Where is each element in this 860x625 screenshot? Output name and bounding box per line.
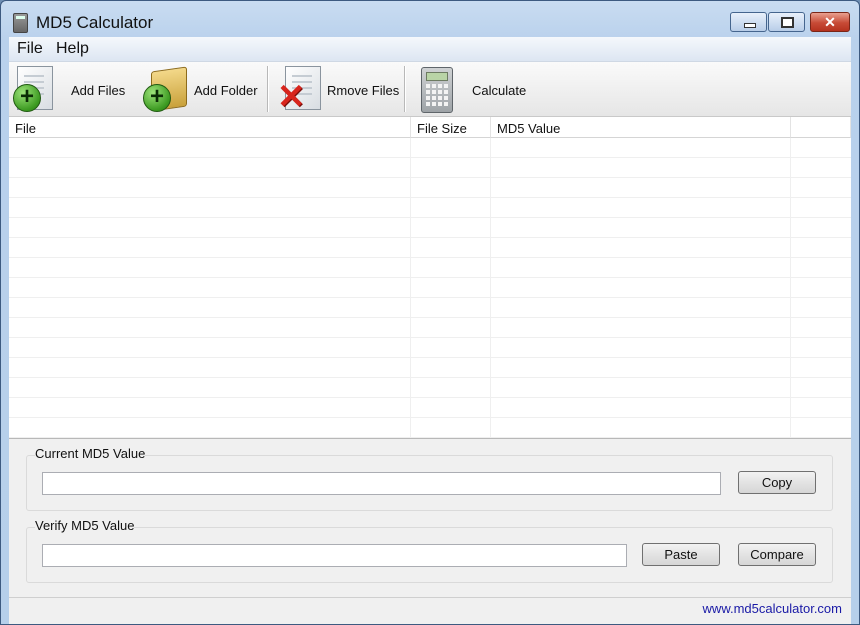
remove-files-button[interactable]: ✕ Rmove Files bbox=[273, 62, 401, 116]
app-window: MD5 Calculator ✕ File Help + Add Files +… bbox=[0, 0, 860, 625]
website-link[interactable]: www.md5calculator.com bbox=[703, 601, 842, 616]
table-row bbox=[9, 418, 851, 438]
paste-button[interactable]: Paste bbox=[642, 543, 720, 566]
remove-files-label: Rmove Files bbox=[327, 83, 400, 98]
verify-md5-label: Verify MD5 Value bbox=[35, 518, 135, 533]
file-list[interactable]: File File Size MD5 Value bbox=[9, 117, 851, 438]
close-icon: ✕ bbox=[824, 14, 836, 30]
column-header-spacer bbox=[791, 117, 851, 138]
window-title: MD5 Calculator bbox=[36, 13, 154, 32]
table-row bbox=[9, 298, 851, 318]
table-row bbox=[9, 158, 851, 178]
menu-bar: File Help bbox=[9, 37, 851, 62]
add-files-button[interactable]: + Add Files bbox=[13, 62, 133, 116]
status-bar: www.md5calculator.com bbox=[9, 597, 851, 622]
calculate-button[interactable]: Calculate bbox=[414, 62, 534, 116]
column-header-file[interactable]: File bbox=[9, 117, 411, 138]
toolbar-separator bbox=[267, 66, 269, 112]
calculator-app-icon bbox=[13, 13, 28, 33]
table-row bbox=[9, 258, 851, 278]
column-header-md5-value[interactable]: MD5 Value bbox=[491, 117, 791, 138]
table-row bbox=[9, 198, 851, 218]
md5-panel: Current MD5 Value Copy Verify MD5 Value … bbox=[9, 438, 851, 597]
current-md5-group: Current MD5 Value Copy bbox=[26, 446, 833, 511]
table-row bbox=[9, 238, 851, 258]
table-row bbox=[9, 398, 851, 418]
compare-button[interactable]: Compare bbox=[738, 543, 816, 566]
current-md5-label: Current MD5 Value bbox=[35, 446, 146, 461]
column-header-file-size[interactable]: File Size bbox=[411, 117, 491, 138]
maximize-button[interactable] bbox=[768, 12, 805, 32]
table-row bbox=[9, 378, 851, 398]
table-row bbox=[9, 338, 851, 358]
verify-md5-group: Verify MD5 Value Paste Compare bbox=[26, 518, 833, 583]
table-row bbox=[9, 358, 851, 378]
table-row bbox=[9, 218, 851, 238]
add-icon: + bbox=[13, 84, 41, 112]
close-button[interactable]: ✕ bbox=[810, 12, 850, 32]
delete-icon: ✕ bbox=[277, 78, 306, 116]
copy-button[interactable]: Copy bbox=[738, 471, 816, 494]
table-row bbox=[9, 318, 851, 338]
table-row bbox=[9, 138, 851, 158]
menu-help[interactable]: Help bbox=[56, 40, 89, 58]
client-area: File Help + Add Files + Add Folder ✕ Rmo… bbox=[9, 37, 851, 624]
current-md5-field[interactable] bbox=[42, 472, 721, 495]
minimize-button[interactable] bbox=[730, 12, 767, 32]
table-row bbox=[9, 278, 851, 298]
add-folder-label: Add Folder bbox=[194, 83, 258, 98]
add-icon: + bbox=[143, 84, 171, 112]
calculator-icon bbox=[421, 67, 453, 113]
calculate-label: Calculate bbox=[472, 83, 527, 98]
minimize-icon bbox=[731, 13, 766, 31]
table-row bbox=[9, 178, 851, 198]
verify-md5-field[interactable] bbox=[42, 544, 627, 567]
menu-file[interactable]: File bbox=[17, 40, 43, 58]
title-bar: MD5 Calculator ✕ bbox=[1, 1, 859, 37]
add-folder-button[interactable]: + Add Folder bbox=[139, 62, 264, 116]
maximize-icon bbox=[769, 13, 804, 31]
add-files-label: Add Files bbox=[71, 83, 126, 98]
toolbar: + Add Files + Add Folder ✕ Rmove Files C… bbox=[9, 62, 851, 117]
toolbar-separator bbox=[404, 66, 406, 112]
